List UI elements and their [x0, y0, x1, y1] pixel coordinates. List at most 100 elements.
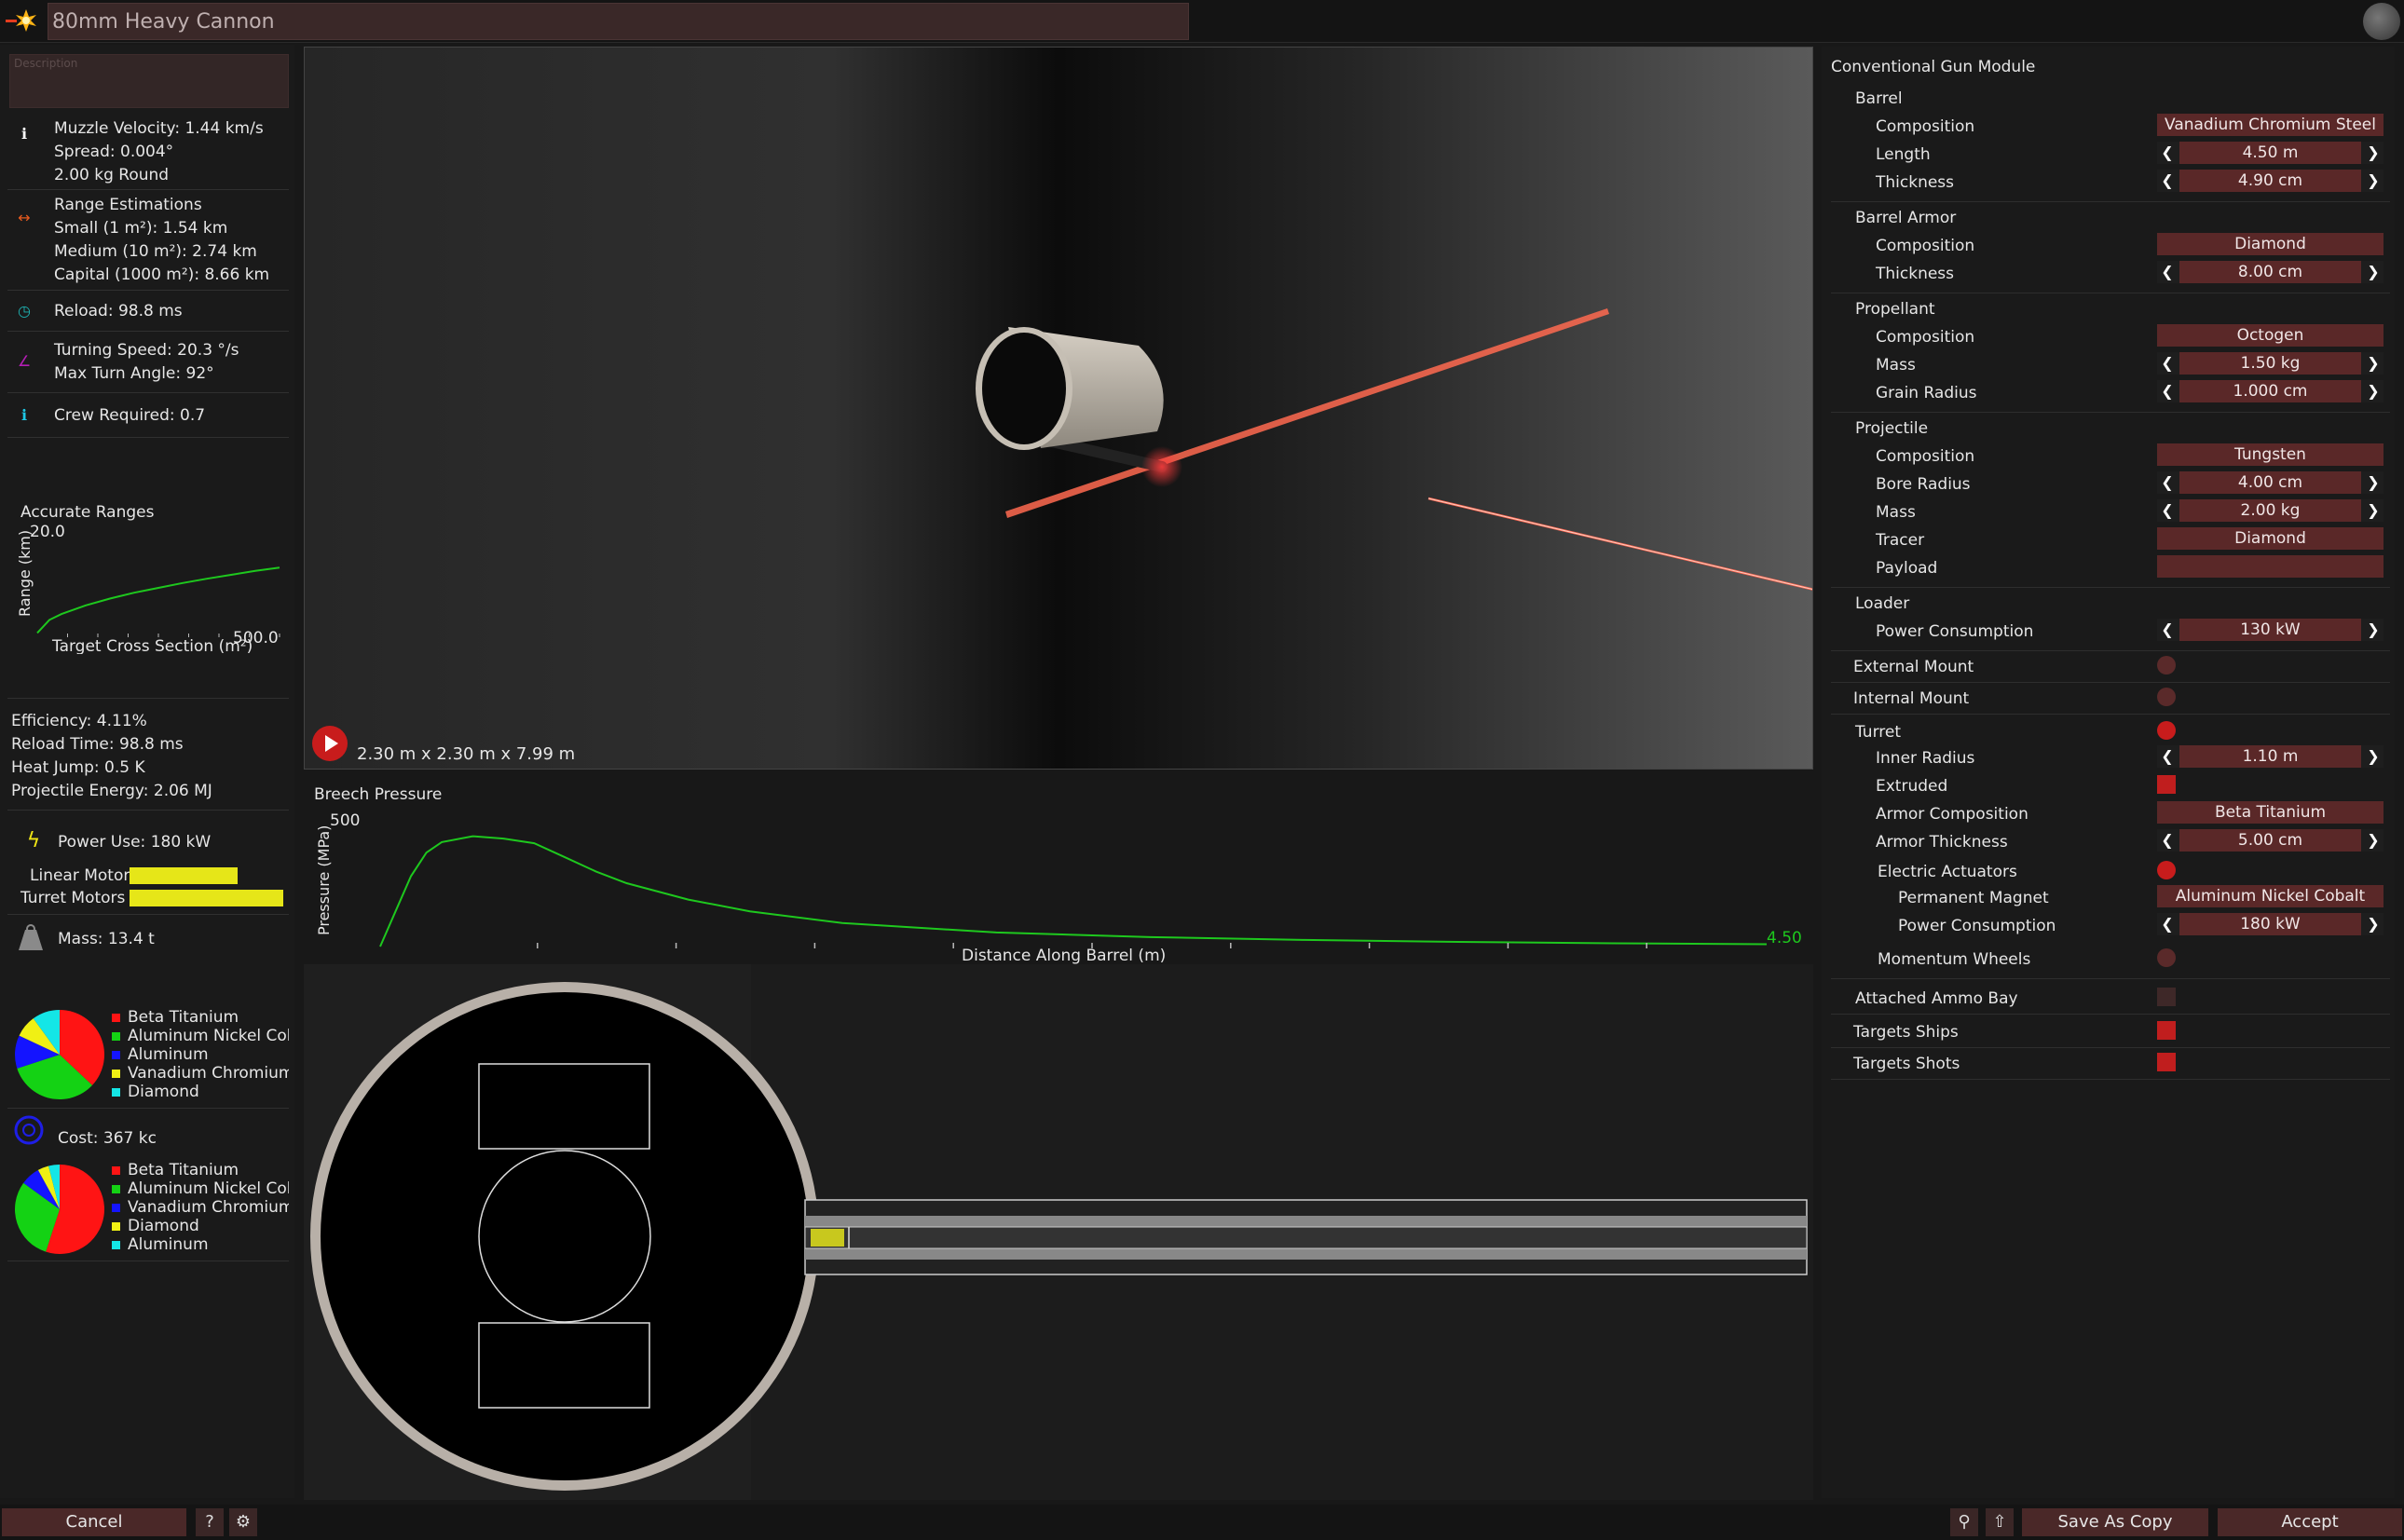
chevron-right-icon[interactable]: ❯: [2363, 829, 2384, 852]
description-field[interactable]: Description: [9, 54, 289, 108]
mass-legend-label: Vanadium Chromium Steel: [128, 1064, 289, 1083]
extruded-checkbox[interactable]: [2157, 775, 2176, 794]
projectile-mass-label: Mass: [1876, 503, 1916, 522]
loader-power-stepper[interactable]: ❮ 130 kW ❯: [2157, 619, 2384, 641]
chevron-left-icon[interactable]: ❮: [2157, 380, 2178, 402]
breech-pressure-chart: 500 4.50 Pressure (MPa): [315, 811, 1802, 948]
bore-radius-label: Bore Radius: [1876, 475, 1971, 494]
propellant-mass-stepper[interactable]: ❮ 1.50 kg ❯: [2157, 352, 2384, 375]
bore-radius-row: Bore Radius ❮ 4.00 cm ❯: [1822, 471, 2390, 499]
actuator-power-row: Power Consumption ❮ 180 kW ❯: [1822, 913, 2390, 941]
linear-motor-label: Linear Motor: [30, 866, 130, 885]
chevron-left-icon[interactable]: ❮: [2157, 829, 2178, 852]
chevron-right-icon[interactable]: ❯: [2363, 380, 2384, 402]
momentum-toggle[interactable]: [2157, 948, 2176, 967]
chevron-right-icon[interactable]: ❯: [2363, 499, 2384, 522]
ship-icon[interactable]: [2363, 3, 2400, 40]
chevron-left-icon[interactable]: ❮: [2157, 170, 2178, 192]
module-panel: Conventional Gun Module Barrel Compositi…: [1822, 47, 2395, 1498]
chevron-left-icon[interactable]: ❮: [2157, 471, 2178, 494]
external-mount-label: External Mount: [1853, 658, 1974, 676]
propellant-mass-row: Mass ❮ 1.50 kg ❯: [1822, 352, 2390, 380]
chevron-right-icon[interactable]: ❯: [2363, 142, 2384, 164]
tracer-select[interactable]: Diamond: [2157, 527, 2384, 550]
top-bar: [0, 0, 2404, 43]
projectile-composition-select[interactable]: Tungsten: [2157, 443, 2384, 466]
barrel-thickness-value[interactable]: 4.90 cm: [2179, 170, 2361, 192]
actuators-toggle[interactable]: [2157, 861, 2176, 879]
mass-legend-swatch: [112, 1088, 120, 1097]
grain-radius-value[interactable]: 1.000 cm: [2179, 380, 2361, 402]
chevron-left-icon[interactable]: ❮: [2157, 619, 2178, 641]
magnet-label: Permanent Magnet: [1898, 889, 2049, 907]
weapon-name-input[interactable]: [48, 3, 1189, 40]
inner-radius-value[interactable]: 1.10 m: [2179, 745, 2361, 768]
actuator-power-stepper[interactable]: ❮ 180 kW ❯: [2157, 913, 2384, 935]
barrel-length-label: Length: [1876, 145, 1931, 164]
accurate-ranges-title: Accurate Ranges: [20, 503, 155, 522]
targets-shots-checkbox[interactable]: [2157, 1053, 2176, 1071]
grain-radius-stepper[interactable]: ❮ 1.000 cm ❯: [2157, 380, 2384, 402]
actuator-power-value[interactable]: 180 kW: [2179, 913, 2361, 935]
barrel-length-value[interactable]: 4.50 m: [2179, 142, 2361, 164]
bore-radius-stepper[interactable]: ❮ 4.00 cm ❯: [2157, 471, 2384, 494]
external-mount-toggle[interactable]: [2157, 656, 2176, 675]
upload-icon[interactable]: ⇧: [1986, 1508, 2014, 1536]
pin-icon[interactable]: ⚲: [1950, 1508, 1978, 1536]
armor-composition-select[interactable]: Diamond: [2157, 233, 2384, 255]
armor-thickness-row: Thickness ❮ 8.00 cm ❯: [1822, 261, 2390, 289]
chevron-left-icon[interactable]: ❮: [2157, 142, 2178, 164]
save-as-copy-button[interactable]: Save As Copy: [2022, 1508, 2208, 1536]
turret-armor-thick-value[interactable]: 5.00 cm: [2179, 829, 2361, 852]
chevron-left-icon[interactable]: ❮: [2157, 913, 2178, 935]
chevron-left-icon[interactable]: ❮: [2157, 499, 2178, 522]
magnet-select[interactable]: Aluminum Nickel Cobalt: [2157, 885, 2384, 907]
model-dimensions: 2.30 m x 2.30 m x 7.99 m: [357, 744, 576, 764]
inner-radius-stepper[interactable]: ❮ 1.10 m ❯: [2157, 745, 2384, 768]
model-viewport[interactable]: 2.30 m x 2.30 m x 7.99 m: [304, 47, 1813, 770]
armor-thickness-stepper[interactable]: ❮ 8.00 cm ❯: [2157, 261, 2384, 283]
breech-xlabel: Distance Along Barrel (m): [962, 947, 1167, 965]
momentum-row: Momentum Wheels: [1822, 947, 2390, 974]
accept-button[interactable]: Accept: [2218, 1508, 2402, 1536]
internal-mount-label: Internal Mount: [1853, 689, 1970, 708]
chevron-right-icon[interactable]: ❯: [2363, 745, 2384, 768]
chevron-right-icon[interactable]: ❯: [2363, 352, 2384, 375]
cost-legend-label: Vanadium Chromium Steel: [128, 1198, 289, 1217]
chevron-right-icon[interactable]: ❯: [2363, 170, 2384, 192]
max-turn-angle: Max Turn Angle: 92°: [54, 364, 214, 383]
barrel-thickness-stepper[interactable]: ❮ 4.90 cm ❯: [2157, 170, 2384, 192]
play-button[interactable]: [312, 726, 348, 761]
chevron-right-icon[interactable]: ❯: [2363, 471, 2384, 494]
targets-shots-row: Targets Shots: [1822, 1051, 2390, 1079]
projectile-mass-stepper[interactable]: ❮ 2.00 kg ❯: [2157, 499, 2384, 522]
propellant-composition-select[interactable]: Octogen: [2157, 324, 2384, 347]
chevron-left-icon[interactable]: ❮: [2157, 745, 2178, 768]
barrel-length-stepper[interactable]: ❮ 4.50 m ❯: [2157, 142, 2384, 164]
settings-gear-icon[interactable]: ⚙: [229, 1508, 257, 1536]
payload-select[interactable]: [2157, 555, 2384, 578]
chevron-left-icon[interactable]: ❮: [2157, 261, 2178, 283]
bore-radius-value[interactable]: 4.00 cm: [2179, 471, 2361, 494]
propellant-mass-value[interactable]: 1.50 kg: [2179, 352, 2361, 375]
turret-armor-comp-select[interactable]: Beta Titanium: [2157, 801, 2384, 824]
turret-toggle[interactable]: [2157, 721, 2176, 740]
armor-thickness-value[interactable]: 8.00 cm: [2179, 261, 2361, 283]
heat-jump: Heat Jump: 0.5 K: [11, 758, 145, 777]
help-button[interactable]: ?: [196, 1508, 224, 1536]
chevron-right-icon[interactable]: ❯: [2363, 913, 2384, 935]
projectile-mass-value[interactable]: 2.00 kg: [2179, 499, 2361, 522]
chevron-right-icon[interactable]: ❯: [2363, 619, 2384, 641]
loader-power-value[interactable]: 130 kW: [2179, 619, 2361, 641]
turret-armor-thick-stepper[interactable]: ❮ 5.00 cm ❯: [2157, 829, 2384, 852]
grain-radius-label: Grain Radius: [1876, 384, 1977, 402]
chevron-right-icon[interactable]: ❯: [2363, 261, 2384, 283]
ammo-bay-checkbox[interactable]: [2157, 988, 2176, 1006]
targets-ships-checkbox[interactable]: [2157, 1021, 2176, 1040]
internal-mount-toggle[interactable]: [2157, 688, 2176, 706]
chevron-left-icon[interactable]: ❮: [2157, 352, 2178, 375]
cancel-button[interactable]: Cancel: [2, 1508, 186, 1536]
tracer-row: Tracer Diamond: [1822, 527, 2390, 555]
barrel-composition-select[interactable]: Vanadium Chromium Steel: [2157, 114, 2384, 136]
propellant-mass-label: Mass: [1876, 356, 1916, 375]
